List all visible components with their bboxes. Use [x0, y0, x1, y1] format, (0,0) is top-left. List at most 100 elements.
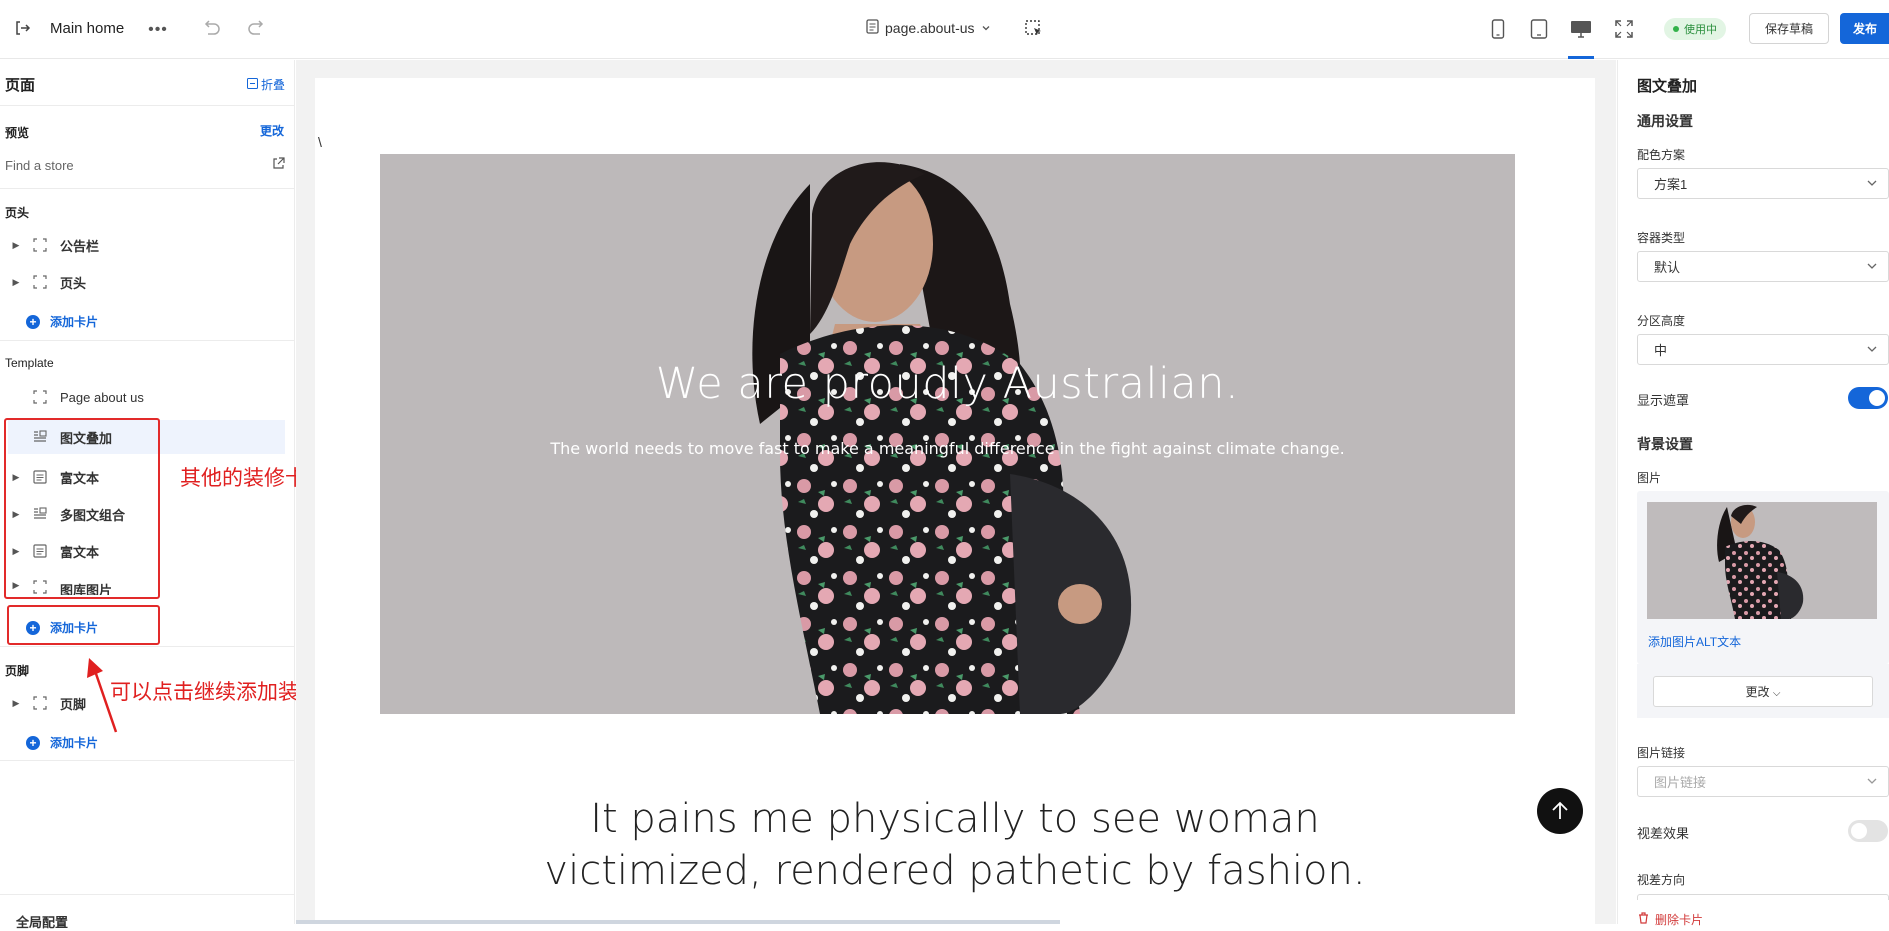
sidebar-item-header[interactable]: ▶ 页头 [0, 265, 285, 299]
divider [0, 340, 295, 341]
chevron-down-icon [981, 20, 991, 36]
collapse-button[interactable]: 折叠 [247, 76, 285, 93]
show-overlay-toggle[interactable] [1848, 387, 1888, 409]
image-link-input[interactable]: 图片链接 [1637, 766, 1889, 797]
template-section-title: Template [5, 356, 54, 370]
image-thumbnail[interactable] [1647, 502, 1877, 619]
preview-canvas-area: \ We are proudly Australian. The world n… [296, 60, 1616, 924]
stray-text: \ [318, 134, 322, 150]
more-icon[interactable]: ••• [148, 20, 168, 40]
annotation-box-cards [4, 418, 160, 599]
plus-circle-icon: + [26, 735, 40, 750]
add-card-header-button[interactable]: + 添加卡片 [26, 313, 98, 330]
divider [0, 188, 295, 189]
section-frame-icon [30, 235, 50, 255]
global-config-link[interactable]: 全局配置 [16, 912, 68, 931]
sidebar-title: 页面 [5, 77, 36, 94]
color-scheme-value: 方案1 [1654, 177, 1688, 192]
preview-label: 预览 [5, 126, 30, 140]
container-type-label: 容器类型 [1637, 231, 1686, 245]
background-settings-title: 背景设置 [1637, 436, 1693, 452]
delete-card-label: 删除卡片 [1655, 913, 1704, 927]
horizontal-scrollbar[interactable] [296, 920, 1060, 924]
expand-arrow-icon[interactable]: ▶ [8, 240, 24, 251]
add-alt-text-link[interactable]: 添加图片ALT文本 [1648, 633, 1741, 650]
quote-text: It pains me physically to see woman vict… [315, 793, 1595, 897]
section-height-select[interactable]: 中 [1637, 334, 1889, 365]
page-selector-label: page.about-us [885, 20, 975, 36]
preview-value: Find a store [5, 158, 74, 173]
active-view-indicator [1568, 56, 1594, 59]
parallax-label: 视差效果 [1637, 826, 1690, 841]
image-link-placeholder: 图片链接 [1654, 775, 1707, 790]
footer-section-title: 页脚 [5, 664, 30, 678]
exit-icon[interactable] [12, 18, 32, 38]
fullscreen-icon[interactable] [1612, 17, 1636, 41]
quote-line-2: victimized, rendered pathetic by fashion… [544, 848, 1366, 894]
color-scheme-select[interactable]: 方案1 [1637, 168, 1889, 199]
sidebar-item-label: 公告栏 [60, 238, 100, 254]
expand-arrow-icon[interactable]: ▶ [8, 277, 24, 288]
preview-canvas: \ We are proudly Australian. The world n… [315, 78, 1595, 924]
annotation-box-add-card [7, 605, 160, 645]
status-badge-label: 使用中 [1684, 24, 1717, 36]
collapse-label: 折叠 [261, 78, 286, 92]
divider [0, 760, 295, 761]
redo-icon[interactable] [246, 17, 268, 39]
publish-button[interactable]: 发布 [1840, 13, 1889, 44]
sidebar-item-label: Page about us [60, 389, 144, 405]
image-change-area: 更改 ⌵ [1637, 664, 1889, 718]
change-image-button[interactable]: 更改 ⌵ [1653, 676, 1873, 707]
external-link-icon[interactable] [272, 157, 285, 173]
chevron-down-icon [1867, 778, 1877, 784]
chevron-down-icon [1867, 346, 1877, 352]
image-picker: 添加图片ALT文本 [1637, 491, 1889, 664]
plus-circle-icon: + [26, 314, 40, 329]
expand-arrow-icon[interactable]: ▶ [8, 698, 24, 709]
delete-card-button[interactable]: 删除卡片 [1638, 911, 1703, 928]
change-image-label: 更改 [1745, 685, 1770, 699]
sidebar-item-template-root[interactable]: Page about us [0, 380, 285, 414]
header-section-title: 页头 [5, 206, 30, 220]
mobile-view-icon[interactable] [1487, 17, 1509, 41]
container-type-value: 默认 [1654, 260, 1681, 275]
chevron-down-icon [1867, 263, 1877, 269]
section-frame-icon [30, 272, 50, 292]
general-settings-title: 通用设置 [1637, 113, 1693, 129]
trash-icon [1638, 912, 1649, 927]
status-dot [1673, 26, 1679, 32]
save-draft-button[interactable]: 保存草稿 [1749, 13, 1829, 44]
add-card-footer-button[interactable]: + 添加卡片 [26, 734, 98, 751]
parallax-direction-select[interactable] [1637, 894, 1889, 900]
annotation-arrow-icon [87, 658, 118, 733]
select-element-icon[interactable] [1023, 18, 1045, 40]
add-card-label: 添加卡片 [50, 736, 99, 750]
hero-photo [380, 154, 1515, 714]
section-frame-icon [30, 693, 50, 713]
section-height-value: 中 [1654, 343, 1668, 358]
undo-icon[interactable] [200, 17, 222, 39]
scroll-to-top-button[interactable] [1537, 788, 1583, 834]
section-height-label: 分区高度 [1637, 314, 1686, 328]
settings-panel: 图文叠加 通用设置 配色方案 方案1 容器类型 默认 分区高度 中 显示遮罩 背… [1617, 60, 1889, 927]
preview-change-link[interactable]: 更改 [260, 122, 284, 139]
image-label: 图片 [1637, 471, 1662, 485]
page-selector[interactable]: page.about-us [866, 19, 991, 37]
divider [0, 894, 295, 895]
settings-title: 图文叠加 [1637, 78, 1698, 95]
container-type-select[interactable]: 默认 [1637, 251, 1889, 282]
hero-image-overlay[interactable]: We are proudly Australian. The world nee… [380, 154, 1515, 714]
store-title: Main home [50, 20, 125, 37]
page-file-icon [866, 19, 879, 37]
divider [0, 105, 295, 106]
color-scheme-label: 配色方案 [1637, 148, 1686, 162]
top-bar: Main home ••• page.about-us 使用中 保存草稿 发布 [0, 0, 1889, 59]
sidebar-item-announcement-bar[interactable]: ▶ 公告栏 [0, 228, 285, 262]
hero-subtitle: The world needs to move fast to make a m… [550, 439, 1345, 458]
desktop-view-icon[interactable] [1568, 17, 1594, 41]
tablet-view-icon[interactable] [1528, 17, 1550, 41]
thumbnail-photo [1647, 502, 1877, 619]
parallax-toggle[interactable] [1848, 820, 1888, 842]
section-frame-icon [30, 387, 50, 407]
show-overlay-label: 显示遮罩 [1637, 393, 1690, 408]
